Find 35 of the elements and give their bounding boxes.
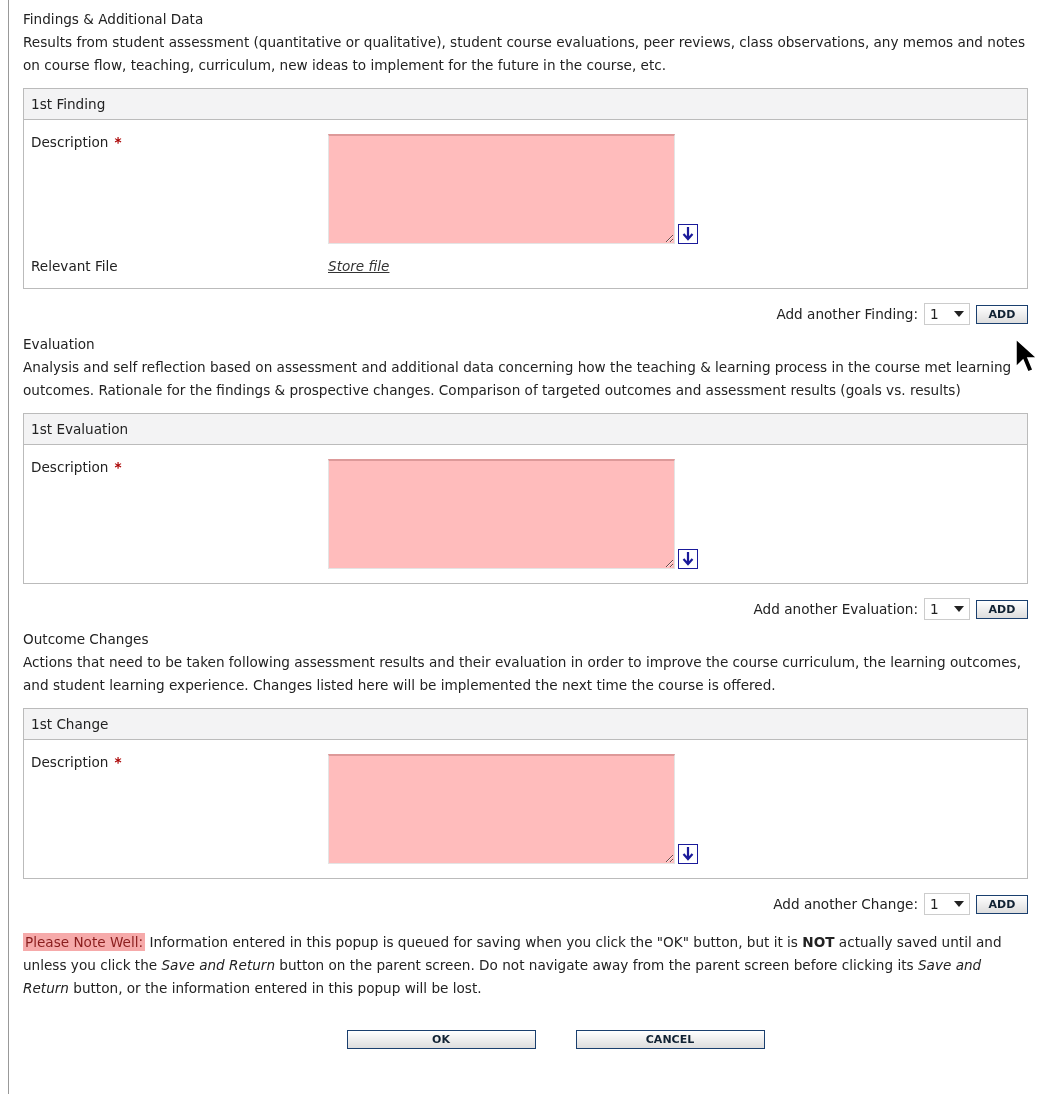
add-label: Add another Finding: bbox=[776, 306, 918, 323]
section-title: Outcome Changes bbox=[23, 630, 149, 650]
card-header: 1st Change bbox=[24, 709, 1027, 741]
add-button[interactable]: ADD bbox=[976, 304, 1028, 324]
description-field[interactable] bbox=[328, 754, 675, 865]
section-description: Actions that need to be taken following assessment results and their evaluation in order to improve the course curriculum, the learning outcomes, and student learning experience. Changes listed here will be implemented the next time the course is offered. bbox=[23, 653, 1022, 696]
description-field[interactable] bbox=[328, 459, 675, 570]
caret-icon bbox=[954, 606, 964, 613]
add-button[interactable]: ADD bbox=[976, 894, 1028, 914]
field-label: Description bbox=[31, 134, 109, 151]
field-label: Description bbox=[31, 459, 109, 476]
required-mark: * bbox=[114, 459, 122, 476]
card-header: 1st Finding bbox=[24, 89, 1027, 120]
field-label: Description bbox=[31, 754, 109, 771]
field-label: Relevant File bbox=[31, 258, 118, 275]
section-title: Evaluation bbox=[23, 335, 95, 355]
add-label: Add another Change: bbox=[773, 896, 918, 913]
count-select[interactable]: 1 bbox=[924, 893, 970, 916]
required-mark: * bbox=[114, 754, 122, 771]
add-button[interactable]: ADD bbox=[976, 599, 1028, 619]
required-mark: * bbox=[114, 134, 122, 150]
count-select[interactable]: 1 bbox=[924, 598, 970, 621]
count-select[interactable]: 1 bbox=[924, 303, 970, 326]
cancel-button[interactable]: CANCEL bbox=[575, 1030, 765, 1050]
ok-button[interactable]: OK bbox=[346, 1030, 536, 1050]
note-text: Please Note Well: Information entered in this popup is queued for saving when you click the "OK" button, but it is NOT actually saved until and unless you click the Save and Return button on the parent screen. Do not navigate away from the parent screen before clicking its Save and Return button, or the information entered in this popup will be lost. bbox=[23, 932, 1003, 999]
store-file-link[interactable]: Store file bbox=[328, 258, 390, 274]
add-label: Add another Evaluation: bbox=[753, 601, 918, 618]
description-field[interactable] bbox=[328, 134, 675, 244]
section-description: Analysis and self reflection based on assessment and additional data concerning how the teaching & learning process in the course met learning outcomes. Rationale for the findings & prospective changes. Comparison of targeted outcomes and assessment results (goals vs. results) bbox=[23, 358, 1013, 401]
section-description: Results from student assessment (quantitative or qualitative), student course evaluations, peer reviews, class observations, any memos and notes on course flow, teaching, curriculum, new ideas to implement for the future in the course, etc. bbox=[23, 33, 1026, 75]
section-title: Findings & Additional Data bbox=[23, 10, 204, 29]
card-header: 1st Evaluation bbox=[24, 414, 1027, 446]
caret-icon bbox=[954, 901, 964, 908]
caret-icon bbox=[954, 311, 964, 318]
